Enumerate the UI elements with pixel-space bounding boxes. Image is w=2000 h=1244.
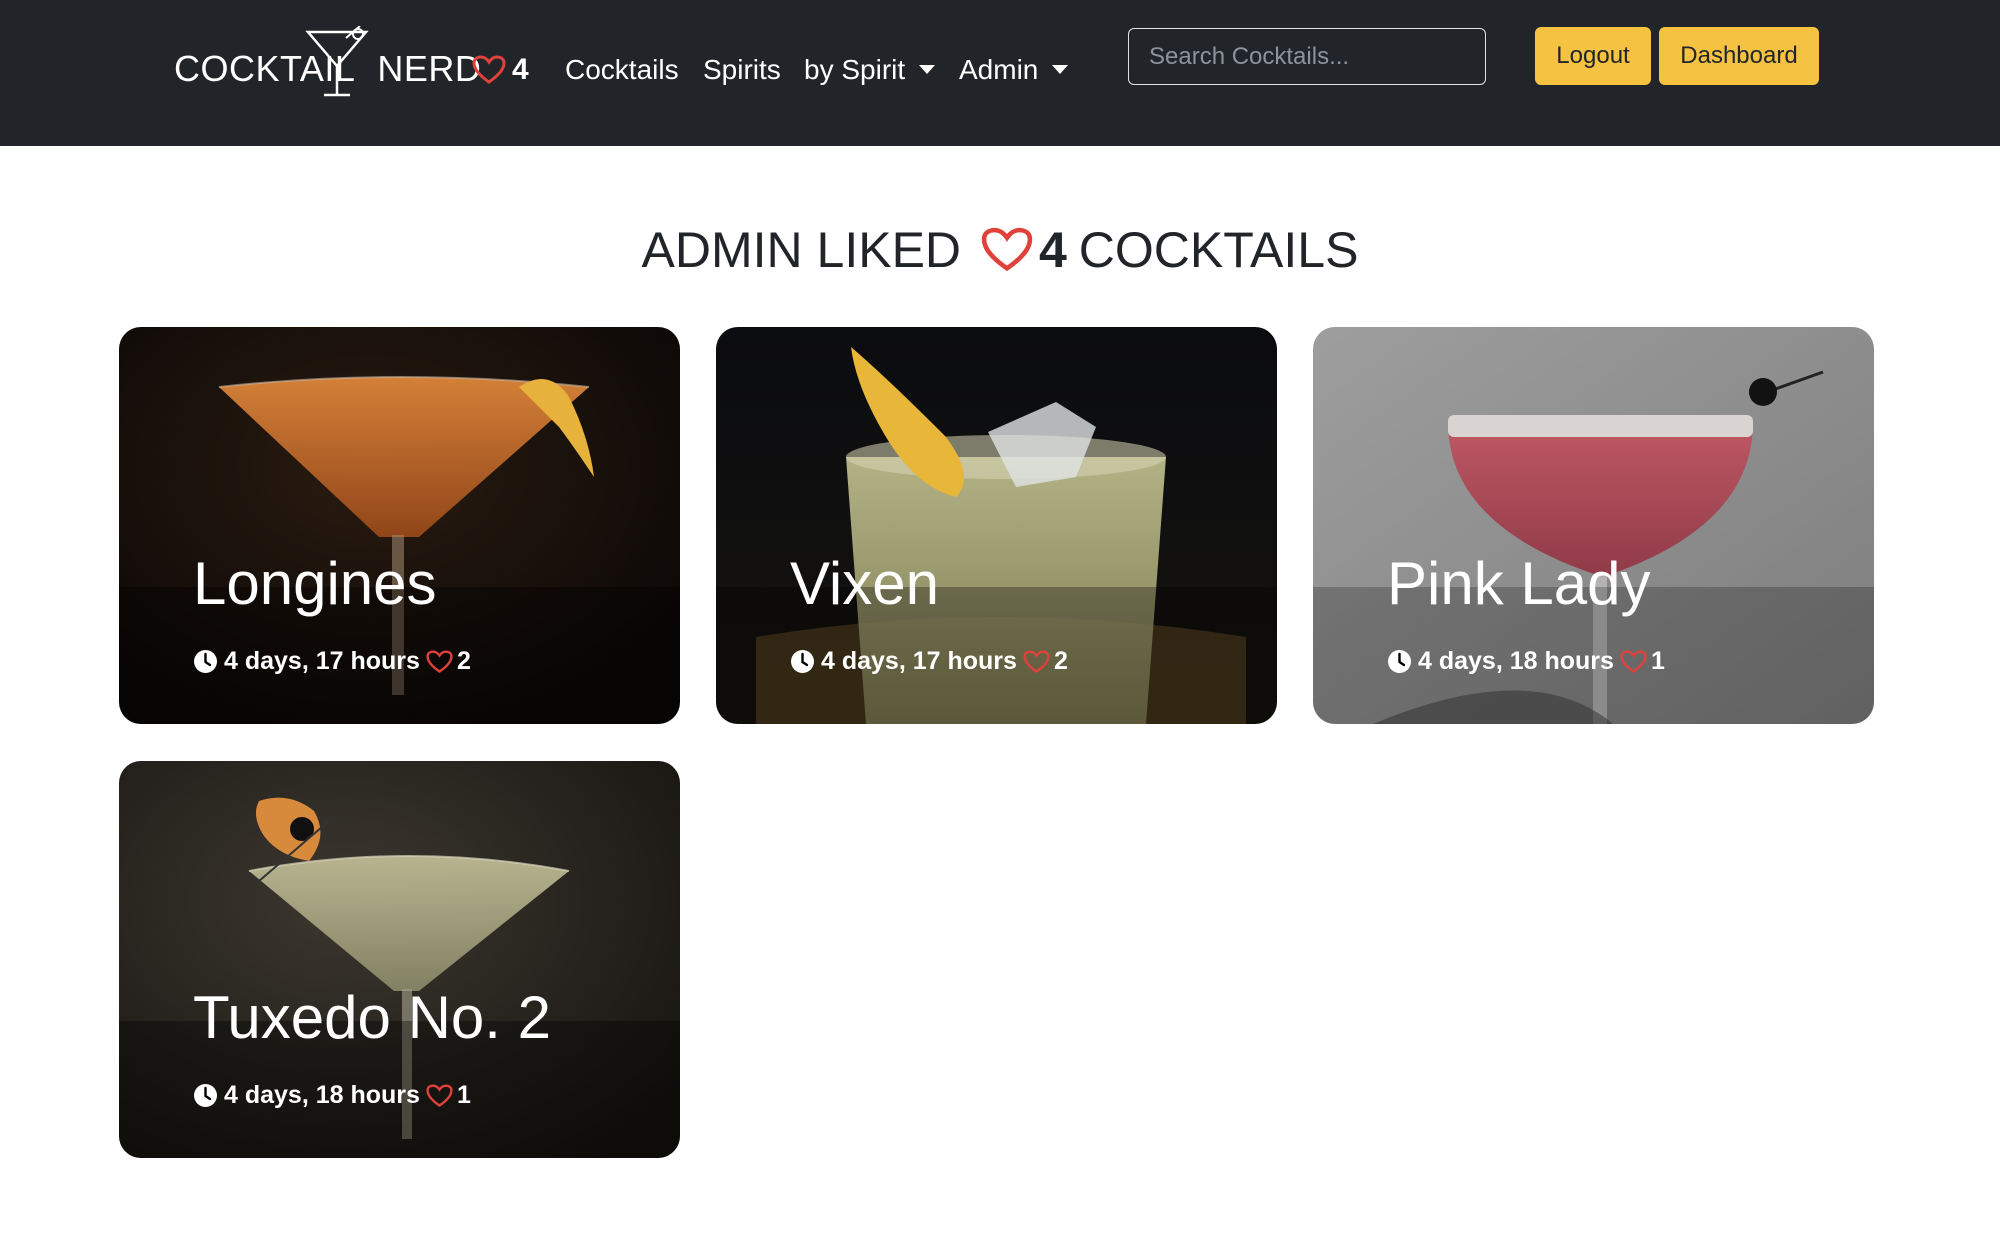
clock-icon bbox=[1388, 650, 1411, 673]
nav-link-cocktails[interactable]: Cocktails bbox=[565, 50, 679, 90]
brand-logo[interactable]: COCKTAIL NERD bbox=[174, 26, 481, 98]
navbar: COCKTAIL NERD 4 Cocktails Spirits by Spir… bbox=[0, 0, 2000, 146]
page-title-suffix: COCKTAILS bbox=[1078, 222, 1359, 278]
heart-icon bbox=[1023, 649, 1050, 673]
cocktail-card-pink-lady[interactable]: Pink Lady 4 days, 18 hours 1 bbox=[1313, 327, 1874, 724]
cocktail-age: 4 days, 18 hours bbox=[224, 1081, 420, 1109]
clock-icon bbox=[194, 1084, 217, 1107]
heart-icon bbox=[426, 649, 453, 673]
cocktail-card-tuxedo-no-2[interactable]: Tuxedo No. 2 4 days, 18 hours 1 bbox=[119, 761, 680, 1158]
page-title-count: 4 bbox=[1038, 222, 1067, 278]
cocktail-card-longines[interactable]: Longines 4 days, 17 hours 2 bbox=[119, 327, 680, 724]
nav-link-spirits[interactable]: Spirits bbox=[703, 50, 781, 90]
page-title-prefix: ADMIN LIKED bbox=[641, 222, 962, 278]
heart-icon bbox=[1620, 649, 1647, 673]
cocktail-age: 4 days, 17 hours bbox=[821, 647, 1017, 675]
nav-dropdown-label: Admin bbox=[959, 54, 1039, 85]
cocktail-age: 4 days, 17 hours bbox=[224, 647, 420, 675]
nav-likes-count: 4 bbox=[512, 53, 529, 86]
cocktail-likes: 1 bbox=[456, 1081, 471, 1109]
dashboard-button[interactable]: Dashboard bbox=[1659, 27, 1819, 85]
cocktail-card-vixen[interactable]: Vixen 4 days, 17 hours 2 bbox=[716, 327, 1277, 724]
cocktail-likes: 1 bbox=[1650, 647, 1665, 675]
heart-icon bbox=[472, 55, 506, 84]
martini-glass-icon bbox=[305, 26, 369, 97]
clock-icon bbox=[791, 650, 814, 673]
cocktail-likes: 2 bbox=[456, 647, 471, 675]
nav-likes[interactable]: 4 bbox=[472, 50, 529, 90]
caret-down-icon bbox=[919, 65, 936, 75]
cocktail-title: Longines bbox=[193, 550, 437, 617]
cocktail-likes: 2 bbox=[1053, 647, 1068, 675]
cocktail-meta: 4 days, 18 hours 1 bbox=[193, 1081, 471, 1110]
cocktail-age: 4 days, 18 hours bbox=[1418, 647, 1614, 675]
heart-icon bbox=[981, 227, 1033, 272]
nav-dropdown-admin[interactable]: Admin bbox=[959, 50, 1069, 90]
cocktail-meta: 4 days, 18 hours 1 bbox=[1387, 647, 1665, 676]
clock-icon bbox=[194, 650, 217, 673]
search-input[interactable] bbox=[1128, 28, 1486, 85]
nav-dropdown-label: by Spirit bbox=[804, 54, 906, 85]
nav-dropdown-by-spirit[interactable]: by Spirit bbox=[804, 50, 936, 90]
cocktail-title: Tuxedo No. 2 bbox=[193, 984, 551, 1051]
heart-icon bbox=[426, 1083, 453, 1107]
cocktail-title: Vixen bbox=[790, 550, 940, 617]
page-title: ADMIN LIKED 4 COCKTAILS bbox=[0, 220, 2000, 280]
cocktail-meta: 4 days, 17 hours 2 bbox=[790, 647, 1068, 676]
logout-button[interactable]: Logout bbox=[1535, 27, 1651, 85]
caret-down-icon bbox=[1052, 65, 1069, 75]
cocktail-title: Pink Lady bbox=[1387, 550, 1651, 617]
cocktail-meta: 4 days, 17 hours 2 bbox=[193, 647, 471, 676]
